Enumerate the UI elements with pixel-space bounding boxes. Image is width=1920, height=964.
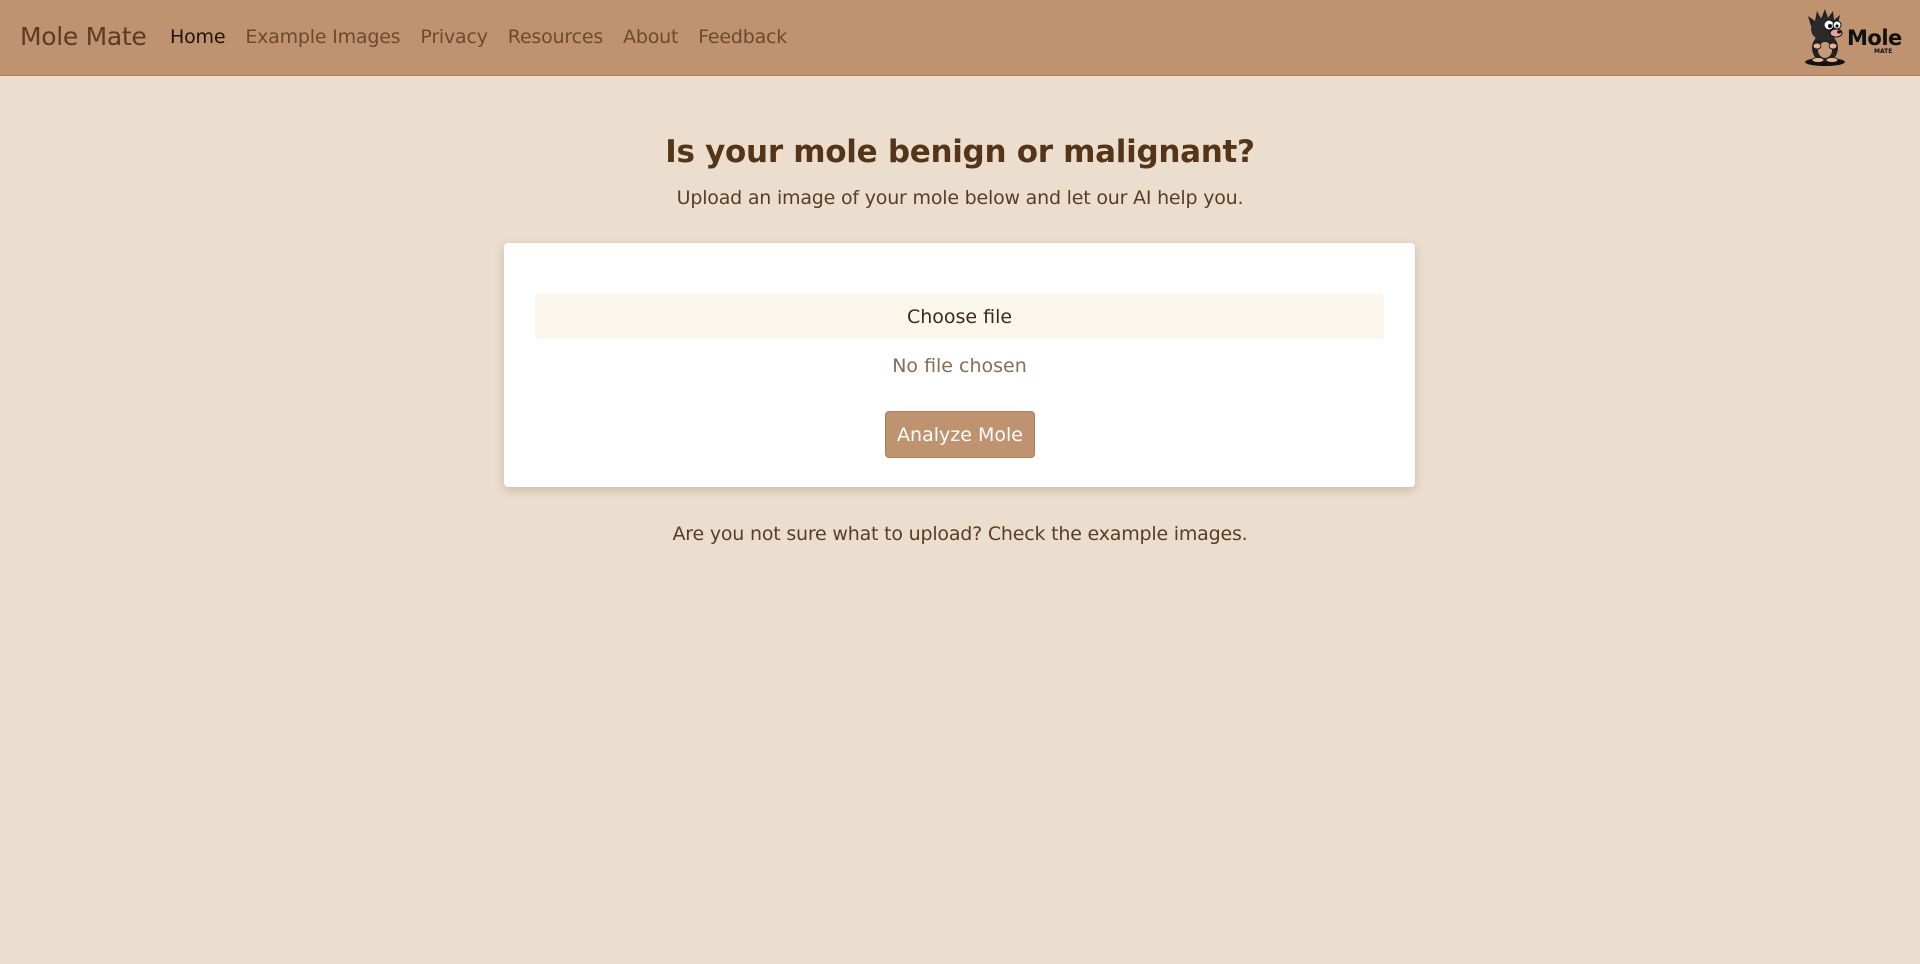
upload-card: Choose file No file chosen Analyze Mole — [504, 243, 1415, 487]
example-images-hint: Are you not sure what to upload? Check t… — [672, 523, 1248, 545]
page-subtitle: Upload an image of your mole below and l… — [676, 187, 1244, 209]
brand-link[interactable]: Mole Mate — [20, 22, 147, 51]
file-status: No file chosen — [892, 355, 1027, 377]
page-title: Is your mole benign or malignant? — [665, 134, 1255, 170]
nav-about[interactable]: About — [623, 26, 678, 48]
nav-resources[interactable]: Resources — [508, 26, 603, 48]
navbar: Mole Mate Home Example Images Privacy Re… — [0, 0, 1920, 76]
mole-mascot-icon — [1805, 9, 1845, 66]
nav-feedback[interactable]: Feedback — [698, 26, 787, 48]
logo-text: Mole — [1847, 26, 1902, 50]
nav-links: Home Example Images Privacy Resources Ab… — [170, 26, 787, 48]
choose-file-button[interactable]: Choose file — [535, 294, 1384, 339]
nav-home[interactable]: Home — [170, 26, 226, 48]
nav-privacy[interactable]: Privacy — [420, 26, 488, 48]
nav-example-images[interactable]: Example Images — [245, 26, 400, 48]
analyze-mole-button[interactable]: Analyze Mole — [885, 411, 1035, 458]
logo[interactable]: Mole MATE — [1803, 8, 1902, 68]
logo-subtext: MATE — [1874, 48, 1893, 55]
